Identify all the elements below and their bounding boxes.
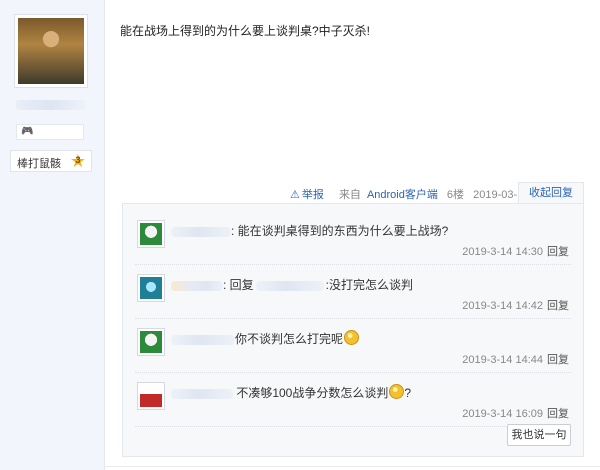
- post-content: 能在战场上得到的为什么要上谈判桌?中子灭杀!: [120, 24, 371, 38]
- client-app-link[interactable]: Android客户端: [367, 189, 438, 201]
- reply-item: : 回复 :没打完怎么谈判 2019-3-14 14:42 回复: [135, 264, 571, 319]
- reply-text: :没打完怎么谈判: [325, 278, 414, 292]
- reply-line: : 回复 :没打完怎么谈判: [171, 276, 413, 293]
- reply-link[interactable]: 回复: [547, 408, 569, 420]
- reply-suffix: ?: [404, 386, 412, 400]
- author-name-blurred[interactable]: [16, 100, 86, 110]
- reply-username-blurred[interactable]: [171, 334, 235, 345]
- level-number: 3: [75, 155, 81, 165]
- reply-meta: 2019-3-14 14:42 回复: [462, 297, 569, 313]
- anime-avatar-icon: [140, 277, 162, 299]
- reply-line: 不凑够100战争分数怎么谈判?: [171, 384, 411, 401]
- reply-meta: 2019-3-14 16:09 回复: [462, 405, 569, 421]
- author-level[interactable]: 棒打鼠骸 ★ 3: [10, 150, 92, 172]
- reply-time: 2019-3-14 14:42: [462, 300, 543, 312]
- mentioned-username-blurred[interactable]: [255, 280, 324, 291]
- reply-avatar[interactable]: [137, 274, 165, 302]
- reply-avatar[interactable]: [137, 328, 165, 356]
- reply-line: : 能在谈判桌得到的东西为什么要上战场?: [171, 222, 448, 239]
- reply-text: 你不谈判怎么打完呢: [235, 332, 344, 346]
- reply-time: 2019-3-14 14:30: [462, 246, 543, 258]
- custom-avatar-icon: [140, 385, 162, 407]
- reply-username-blurred[interactable]: [171, 280, 223, 291]
- warrior-avatar-icon: [18, 18, 84, 84]
- reply-time: 2019-3-14 14:44: [462, 354, 543, 366]
- author-avatar[interactable]: [14, 14, 88, 88]
- reply-username-blurred[interactable]: [171, 388, 233, 399]
- reply-text: 不凑够100战争分数怎么谈判: [233, 386, 389, 400]
- reply-avatar[interactable]: [137, 382, 165, 410]
- reply-line: 你不谈判怎么打完呢: [171, 330, 360, 347]
- reply-username-blurred[interactable]: [171, 226, 231, 237]
- author-badge[interactable]: 🎮: [16, 124, 84, 140]
- reply-text: : 能在谈判桌得到的东西为什么要上战场?: [231, 224, 449, 238]
- reply-prefix: : 回复: [223, 278, 254, 292]
- reply-meta: 2019-3-14 14:30 回复: [462, 243, 569, 259]
- author-column: 🎮 棒打鼠骸 ★ 3: [0, 0, 105, 470]
- reply-avatar[interactable]: [137, 220, 165, 248]
- reply-link[interactable]: 回复: [547, 300, 569, 312]
- reply-item: 不凑够100战争分数怎么谈判? 2019-3-14 16:09 回复: [135, 372, 571, 427]
- reply-meta: 2019-3-14 14:44 回复: [462, 351, 569, 367]
- smile-emoji-icon: [344, 330, 360, 345]
- reply-link[interactable]: 回复: [547, 354, 569, 366]
- warning-icon: ⚠: [290, 189, 300, 201]
- divider: [104, 466, 600, 467]
- reply-item: : 能在谈判桌得到的东西为什么要上战场? 2019-3-14 14:30 回复: [135, 210, 571, 265]
- reply-list: : 能在谈判桌得到的东西为什么要上战场? 2019-3-14 14:30 回复 :…: [122, 203, 584, 457]
- reply-item: 你不谈判怎么打完呢 2019-3-14 14:44 回复: [135, 318, 571, 373]
- creeper-avatar-icon: [140, 223, 162, 245]
- floor-number: 6楼: [446, 189, 465, 201]
- gamepad-icon: 🎮: [21, 126, 34, 137]
- report-link[interactable]: ⚠ 举报: [290, 189, 330, 201]
- collapse-replies-button[interactable]: 收起回复: [518, 182, 584, 204]
- report-label: 举报: [301, 189, 324, 201]
- creeper-avatar-icon: [140, 331, 162, 353]
- reply-link[interactable]: 回复: [547, 246, 569, 258]
- level-name: 棒打鼠骸: [17, 158, 61, 170]
- smile-emoji-icon: [389, 384, 405, 399]
- add-reply-button[interactable]: 我也说一句: [507, 424, 571, 446]
- from-prefix: 来自: [338, 189, 361, 201]
- client-source: 来自 Android客户端: [339, 189, 438, 201]
- reply-time: 2019-3-14 16:09: [462, 408, 543, 420]
